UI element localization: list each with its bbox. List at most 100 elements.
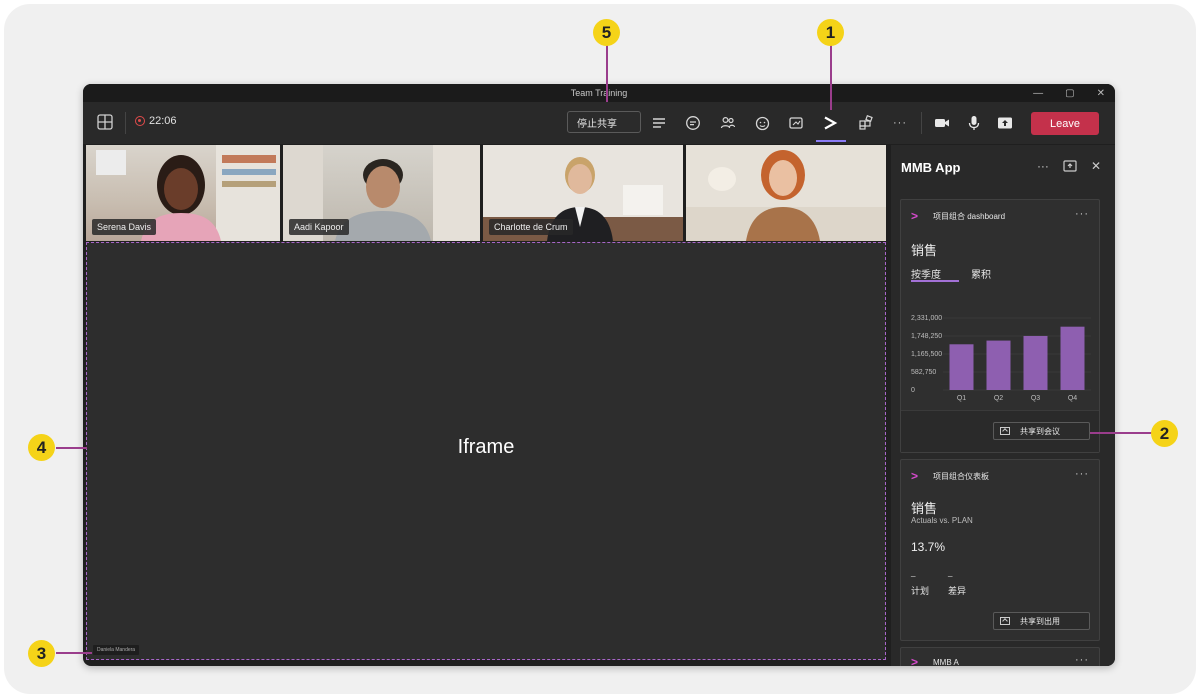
layout-grid-icon[interactable] bbox=[97, 114, 113, 130]
share-icon bbox=[1000, 427, 1010, 435]
share-to-meeting-button[interactable]: 共享到出用 bbox=[993, 612, 1090, 630]
recording-indicator: 22:06 bbox=[135, 115, 177, 127]
participant-tile[interactable] bbox=[686, 145, 886, 241]
y-tick-label: 0 bbox=[911, 387, 915, 394]
window-controls: — ▢ ✕ bbox=[1033, 84, 1105, 102]
dashboard-card: > 项目组合仪表板 ··· 销售 Actuals vs. PLAN 13.7% … bbox=[900, 459, 1100, 641]
maximize-icon[interactable]: ▢ bbox=[1065, 88, 1074, 99]
participant-video bbox=[686, 145, 886, 241]
mmb-app-icon[interactable] bbox=[821, 114, 839, 132]
callout-badge: 4 bbox=[28, 434, 55, 461]
reactions-icon[interactable] bbox=[753, 114, 771, 132]
variance-value: _ bbox=[948, 568, 953, 577]
panel-title: MMB App bbox=[901, 160, 961, 175]
x-tick-label: Q3 bbox=[1031, 395, 1040, 402]
card-more-icon[interactable]: ··· bbox=[1075, 208, 1089, 220]
tab-cumulative[interactable]: 累积 bbox=[971, 266, 991, 281]
variance-label: 差异 bbox=[948, 586, 967, 596]
y-tick-label: 1,748,250 bbox=[911, 333, 942, 340]
teams-window: Team Training — ▢ ✕ 22:06 停止共享 ··· Leave… bbox=[83, 84, 1115, 666]
window-title: Team Training bbox=[570, 88, 628, 98]
app-logo-icon: > bbox=[911, 209, 919, 223]
active-app-indicator bbox=[816, 140, 846, 142]
meeting-toolbar: 22:06 停止共享 ··· Leave bbox=[83, 102, 1115, 144]
recording-icon bbox=[135, 116, 145, 126]
panel-controls: ··· ✕ bbox=[1037, 159, 1101, 173]
tab-quarterly[interactable]: 按季度 bbox=[911, 266, 941, 281]
participant-name: Aadi Kapoor bbox=[289, 219, 349, 235]
chat-icon[interactable] bbox=[684, 114, 702, 132]
toolbar-divider bbox=[125, 112, 126, 134]
share-to-meeting-button[interactable]: 共享到会议 bbox=[993, 422, 1090, 440]
callout-line bbox=[1090, 432, 1152, 434]
participant-name: Charlotte de Crum bbox=[489, 219, 573, 235]
card-header: > 项目组合仪表板 bbox=[911, 470, 989, 482]
y-tick-label: 582,750 bbox=[911, 369, 936, 376]
apps-icon[interactable] bbox=[857, 114, 875, 132]
x-tick-label: Q2 bbox=[994, 395, 1003, 402]
minimize-icon[interactable]: — bbox=[1033, 88, 1043, 99]
pop-out-icon[interactable] bbox=[1063, 160, 1077, 172]
card-subtitle: Actuals vs. PLAN bbox=[911, 516, 973, 525]
recording-time: 22:06 bbox=[149, 115, 177, 127]
more-actions-icon[interactable]: ··· bbox=[891, 114, 909, 132]
stop-sharing-button[interactable]: 停止共享 bbox=[567, 111, 641, 133]
bar bbox=[1060, 326, 1085, 390]
participant-tile[interactable]: Charlotte de Crum bbox=[483, 145, 683, 241]
bar bbox=[1023, 335, 1048, 390]
sales-bar-chart: 0 582,750 1,165,500 1,748,250 2,331,000 Q1 Q2 Q… bbox=[911, 315, 1091, 402]
card-header: > MMB A bbox=[911, 656, 959, 666]
callout-badge: 1 bbox=[817, 19, 844, 46]
callout-line bbox=[56, 652, 92, 654]
card-more-icon[interactable]: ··· bbox=[1075, 468, 1089, 480]
participant-video-strip: Serena Davis Aadi Kapoor Charlotte de Cr… bbox=[86, 145, 886, 241]
card-header: > 项目组合 dashboard bbox=[911, 210, 1005, 222]
stage-label: Iframe bbox=[457, 436, 515, 458]
close-window-icon[interactable]: ✕ bbox=[1097, 88, 1105, 99]
meeting-notes-icon[interactable] bbox=[650, 114, 668, 132]
app-logo-icon: > bbox=[911, 469, 919, 483]
callout-badge: 2 bbox=[1151, 420, 1178, 447]
participant-tile[interactable]: Aadi Kapoor bbox=[283, 145, 480, 241]
share-screen-icon[interactable] bbox=[996, 114, 1014, 132]
whiteboard-icon[interactable] bbox=[787, 114, 805, 132]
app-side-panel: MMB App ··· ✕ > 项目组合 dashboard ··· 销售 按季… bbox=[891, 145, 1115, 666]
title-bar: Team Training — ▢ ✕ bbox=[83, 84, 1115, 102]
card-more-icon[interactable]: ··· bbox=[1075, 654, 1089, 666]
bar bbox=[986, 340, 1011, 390]
shared-stage-iframe[interactable]: Iframe Daniela Mandera bbox=[86, 242, 886, 660]
share-icon bbox=[1000, 617, 1010, 625]
x-tick-label: Q4 bbox=[1068, 395, 1077, 402]
app-logo-icon: > bbox=[911, 655, 919, 666]
card-title: 销售 bbox=[911, 501, 938, 516]
leave-button[interactable]: Leave bbox=[1031, 112, 1099, 135]
callout-line bbox=[830, 44, 832, 110]
camera-icon[interactable] bbox=[933, 114, 951, 132]
toolbar-divider bbox=[921, 112, 922, 134]
card-footer: 共享到会议 bbox=[901, 410, 1099, 452]
plan-value: _ bbox=[911, 568, 916, 577]
dashboard-card: > MMB A ··· bbox=[900, 647, 1100, 666]
panel-more-icon[interactable]: ··· bbox=[1037, 159, 1049, 173]
presenter-name: Daniela Mandera bbox=[93, 645, 140, 655]
kpi-value: 13.7% bbox=[911, 540, 946, 554]
plan-label: 计划 bbox=[911, 586, 930, 596]
microphone-icon[interactable] bbox=[965, 114, 983, 132]
card-app-name: 项目组合仪表板 bbox=[933, 471, 989, 481]
share-button-label: 共享到会议 bbox=[1020, 426, 1060, 436]
x-tick-label: Q1 bbox=[957, 395, 966, 402]
callout-badge: 3 bbox=[28, 640, 55, 667]
card-app-name: 项目组合 dashboard bbox=[933, 211, 1006, 221]
dashboard-card: > 项目组合 dashboard ··· 销售 按季度 累积 0 582,750 1… bbox=[900, 199, 1100, 453]
card-title: 销售 bbox=[911, 243, 938, 258]
callout-line bbox=[56, 447, 87, 449]
card-app-name: MMB A bbox=[933, 657, 959, 667]
people-icon[interactable] bbox=[719, 114, 737, 132]
active-tab-indicator bbox=[911, 280, 959, 282]
y-tick-label: 2,331,000 bbox=[911, 315, 942, 322]
callout-badge: 5 bbox=[593, 19, 620, 46]
panel-close-icon[interactable]: ✕ bbox=[1091, 159, 1101, 173]
participant-tile[interactable]: Serena Davis bbox=[86, 145, 280, 241]
participant-name: Serena Davis bbox=[92, 219, 157, 235]
callout-line bbox=[606, 44, 608, 102]
